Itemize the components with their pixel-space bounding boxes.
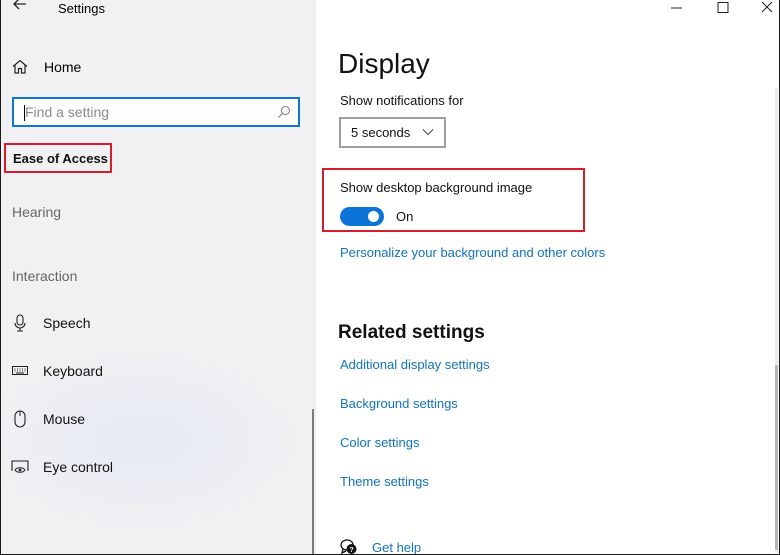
search-box[interactable] <box>12 97 300 127</box>
settings-window: Settings Home Ease of Access Hearing Int… <box>0 0 780 555</box>
svg-text:?: ? <box>349 547 353 554</box>
sidebar-item-eye-control[interactable]: Eye control <box>11 455 113 479</box>
close-icon[interactable] <box>756 0 778 18</box>
search-icon[interactable] <box>277 105 291 119</box>
toggle-state-label: On <box>396 209 414 224</box>
help-chat-icon: ? <box>340 539 357 554</box>
mouse-icon <box>11 410 29 428</box>
toggle-knob <box>368 211 379 222</box>
page-title: Display <box>338 48 430 79</box>
theme-settings-link[interactable]: Theme settings <box>340 474 429 489</box>
get-help-row[interactable]: ? Get help <box>340 538 421 555</box>
sidebar-item-mouse[interactable]: Mouse <box>11 407 85 431</box>
related-settings-title: Related settings <box>338 322 485 343</box>
background-image-toggle[interactable] <box>340 207 384 226</box>
get-help-link[interactable]: Get help <box>372 540 421 555</box>
sidebar-scrollbar[interactable] <box>312 409 314 554</box>
section-interaction: Interaction <box>12 268 78 284</box>
chevron-down-icon <box>422 129 434 136</box>
microphone-icon <box>11 314 29 332</box>
minimize-icon[interactable] <box>666 0 688 18</box>
section-hearing: Hearing <box>12 204 62 220</box>
background-settings-link[interactable]: Background settings <box>340 396 458 411</box>
dropdown-value: 5 seconds <box>351 125 411 140</box>
color-settings-link[interactable]: Color settings <box>340 435 419 450</box>
notifications-dropdown[interactable]: 5 seconds <box>339 117 446 148</box>
text-cursor <box>24 105 25 121</box>
sidebar: Settings Home Ease of Access Hearing Int… <box>1 0 316 554</box>
personalize-link[interactable]: Personalize your background and other co… <box>340 245 605 260</box>
search-input[interactable] <box>14 104 264 120</box>
main-pane: Display Show notifications for 5 seconds… <box>316 0 779 555</box>
eye-control-icon <box>11 458 29 476</box>
background-image-label: Show desktop background image <box>340 180 533 195</box>
home-icon <box>12 59 28 74</box>
category-title: Ease of Access <box>4 143 112 173</box>
app-title: Settings <box>58 1 105 16</box>
keyboard-label: Keyboard <box>43 363 103 379</box>
main-scrollbar-thumb[interactable] <box>775 365 778 550</box>
sidebar-item-home[interactable]: Home <box>11 56 81 78</box>
sidebar-item-speech[interactable]: Speech <box>11 311 90 335</box>
eye-control-label: Eye control <box>43 459 114 475</box>
maximize-icon[interactable] <box>712 0 734 18</box>
sidebar-item-keyboard[interactable]: Keyboard <box>11 359 103 383</box>
mouse-label: Mouse <box>43 411 86 427</box>
notifications-label: Show notifications for <box>340 93 464 108</box>
speech-label: Speech <box>43 315 91 331</box>
back-arrow-icon[interactable] <box>9 0 31 16</box>
additional-display-settings-link[interactable]: Additional display settings <box>340 357 490 372</box>
keyboard-icon <box>11 362 29 380</box>
home-label: Home <box>44 59 82 75</box>
